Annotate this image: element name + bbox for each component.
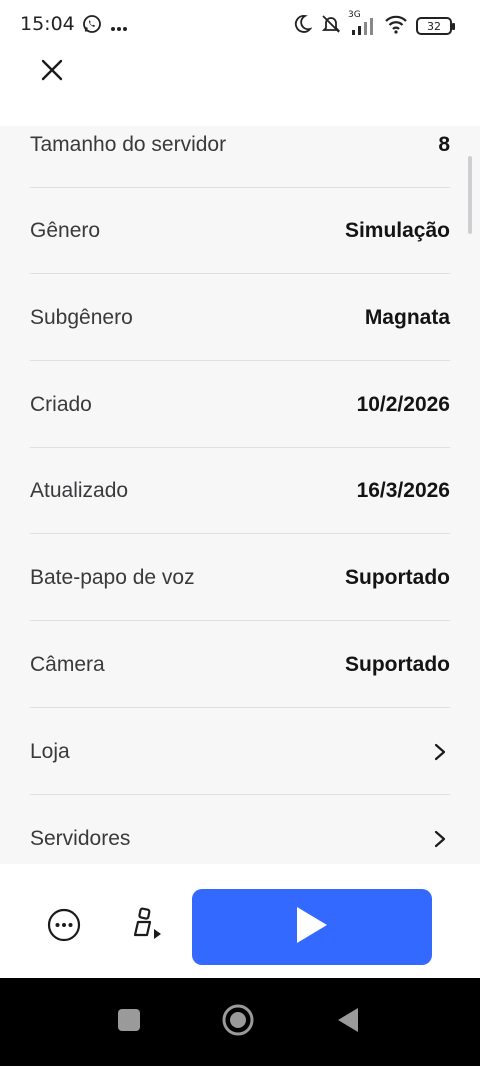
status-bar: 15:04 3G 32 (0, 0, 480, 52)
scrollbar[interactable] (468, 156, 472, 234)
detail-label: Subgênero (30, 305, 133, 329)
detail-label: Câmera (30, 652, 105, 676)
detail-row-server-size: Tamanho do servidor 8 (30, 126, 450, 188)
more-notifications-icon (110, 17, 128, 36)
detail-label: Gênero (30, 218, 101, 242)
chevron-right-icon (430, 742, 450, 762)
avatar-play-button[interactable] (122, 903, 170, 951)
more-options-button[interactable] (40, 903, 88, 951)
detail-label: Tamanho do servidor (30, 132, 227, 156)
wifi-icon (384, 14, 408, 38)
detail-row-voice-chat: Bate-papo de voz Suportado (30, 535, 450, 621)
store-link[interactable]: Loja (30, 709, 450, 795)
details-list[interactable]: Tamanho do servidor 8 Gênero Simulação S… (0, 126, 480, 864)
close-icon (40, 58, 64, 86)
home-button[interactable] (216, 1000, 260, 1044)
moon-icon (292, 14, 313, 38)
chevron-right-icon (430, 829, 450, 849)
detail-value: 8 (438, 132, 450, 156)
servers-link-label: Servidores (30, 827, 131, 850)
network-type: 3G (348, 10, 361, 20)
store-link-label: Loja (30, 739, 70, 763)
detail-value: 10/2/2026 (356, 392, 450, 416)
home-circle-icon (221, 1003, 255, 1041)
signal-icon: 3G (348, 10, 376, 36)
detail-row-subgenre: Subgênero Magnata (30, 275, 450, 361)
back-button[interactable] (326, 1000, 370, 1044)
status-time: 15:04 (20, 13, 75, 35)
battery-icon: 32 (416, 17, 455, 35)
recents-button[interactable] (107, 1000, 151, 1044)
system-nav-bar (0, 978, 480, 1066)
detail-row-genre: Gênero Simulação (30, 188, 450, 274)
play-icon (293, 905, 331, 949)
detail-value: Magnata (364, 305, 450, 329)
more-options-icon (46, 907, 82, 947)
detail-label: Criado (30, 392, 92, 416)
battery-level: 32 (427, 19, 441, 33)
play-button[interactable] (192, 889, 432, 965)
top-bar (0, 52, 480, 126)
whatsapp-icon (82, 14, 102, 38)
detail-value: Suportado (345, 652, 450, 676)
detail-row-updated: Atualizado 16/3/2026 (30, 448, 450, 534)
avatar-play-icon (126, 905, 166, 949)
detail-value: Simulação (344, 218, 450, 242)
detail-value: 16/3/2026 (356, 478, 450, 502)
detail-label: Atualizado (30, 478, 129, 502)
detail-value: Suportado (345, 565, 450, 589)
detail-row-created: Criado 10/2/2026 (30, 362, 450, 448)
servers-link[interactable]: Servidores (30, 796, 450, 864)
close-button[interactable] (32, 52, 72, 92)
back-triangle-icon (336, 1007, 360, 1037)
bell-muted-icon (320, 13, 342, 39)
detail-label: Bate-papo de voz (30, 565, 195, 589)
bottom-action-bar (0, 864, 480, 978)
square-icon (117, 1008, 141, 1036)
detail-row-camera: Câmera Suportado (30, 622, 450, 708)
